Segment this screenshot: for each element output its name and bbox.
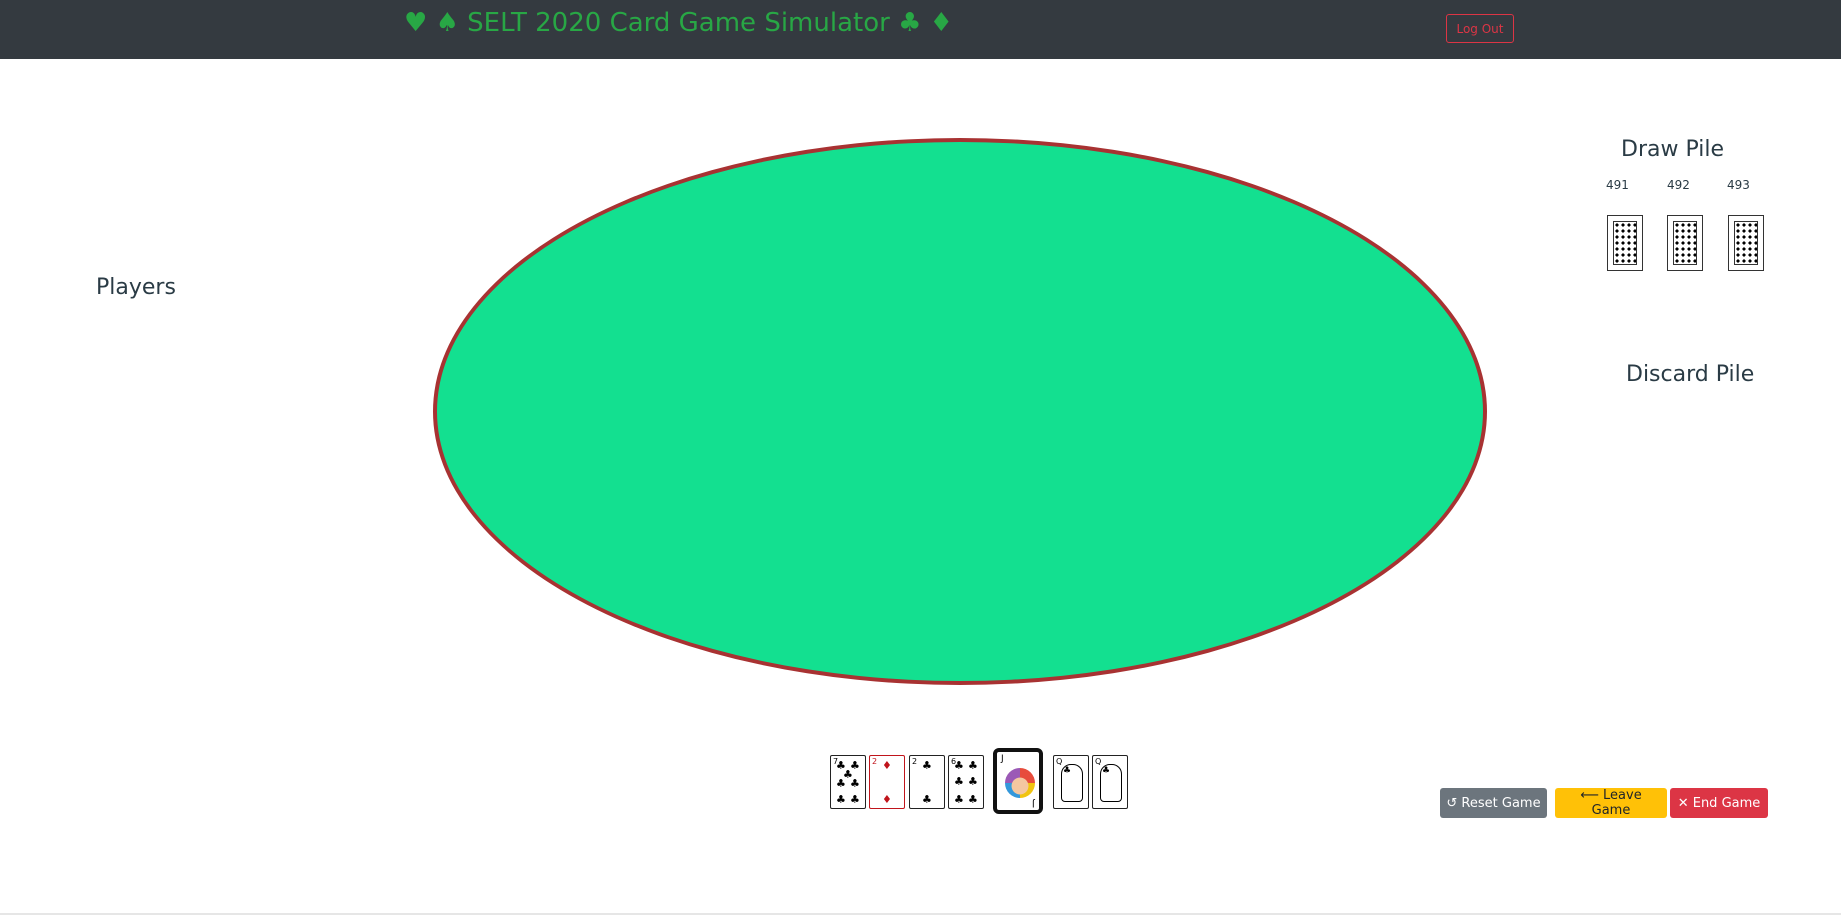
club-pip-icon: ♣ [922, 793, 932, 806]
reset-game-button[interactable]: ↺ Reset Game [1440, 788, 1547, 818]
club-pip-icon: ♣ [850, 793, 860, 806]
draw-pile-count-1: 491 [1606, 178, 1629, 192]
club-pip-icon: ♣ [954, 775, 964, 788]
club-pip-icon: ♣ [922, 759, 932, 772]
top-navbar: ♥ ♠ SELT 2020 Card Game Simulator ♣ ♦ Lo… [0, 0, 1841, 59]
app-title: ♥ ♠ SELT 2020 Card Game Simulator ♣ ♦ [404, 8, 953, 38]
discard-pile-heading: Discard Pile [1626, 362, 1755, 387]
draw-pile-card-2[interactable] [1667, 215, 1703, 271]
jester-icon [1005, 768, 1035, 798]
card-rank: 2 [912, 757, 918, 766]
card-rank: 2 [872, 757, 878, 766]
players-heading: Players [96, 275, 176, 300]
hand-card-2-clubs[interactable]: 2 ♣ ♣ [909, 755, 945, 809]
card-rank-bottom: J [1032, 798, 1035, 808]
diamond-pip-icon: ♦ [882, 793, 892, 806]
diamond-pip-icon: ♦ [882, 759, 892, 772]
club-pip-icon: ♣ [836, 777, 846, 790]
hand-card-q-clubs-1[interactable]: Q ♣ [1053, 755, 1089, 809]
club-pip-icon: ♣ [850, 777, 860, 790]
hand-card-6-clubs[interactable]: 6 ♣ ♣ ♣ ♣ ♣ ♣ [948, 755, 984, 809]
card-rank: J [1001, 754, 1004, 764]
hand-card-joker-selected[interactable]: J J [993, 748, 1043, 814]
hand-card-q-clubs-2[interactable]: Q ♣ [1092, 755, 1128, 809]
club-pip-icon: ♣ [1102, 766, 1111, 776]
card-rank: Q [1095, 757, 1102, 766]
logout-button[interactable]: Log Out [1446, 14, 1514, 43]
end-game-button[interactable]: ✕ End Game [1670, 788, 1768, 818]
club-pip-icon: ♣ [968, 793, 978, 806]
club-pip-icon: ♣ [836, 793, 846, 806]
club-pip-icon: ♣ [954, 759, 964, 772]
game-table[interactable] [433, 138, 1487, 685]
club-pip-icon: ♣ [968, 759, 978, 772]
hand-card-7-clubs[interactable]: 7 ♣ ♣ ♣ ♣ ♣ ♣ ♣ [830, 755, 866, 809]
draw-pile-count-3: 493 [1727, 178, 1750, 192]
leave-game-button[interactable]: ⟵ Leave Game [1555, 788, 1667, 818]
club-pip-icon: ♣ [1063, 766, 1072, 776]
hand-card-2-diamonds[interactable]: 2 ♦ ♦ [869, 755, 905, 809]
draw-pile-card-1[interactable] [1607, 215, 1643, 271]
draw-pile-heading: Draw Pile [1621, 137, 1724, 162]
club-pip-icon: ♣ [968, 775, 978, 788]
draw-pile-count-2: 492 [1667, 178, 1690, 192]
draw-pile-card-3[interactable] [1728, 215, 1764, 271]
card-rank: Q [1056, 757, 1063, 766]
club-pip-icon: ♣ [954, 793, 964, 806]
